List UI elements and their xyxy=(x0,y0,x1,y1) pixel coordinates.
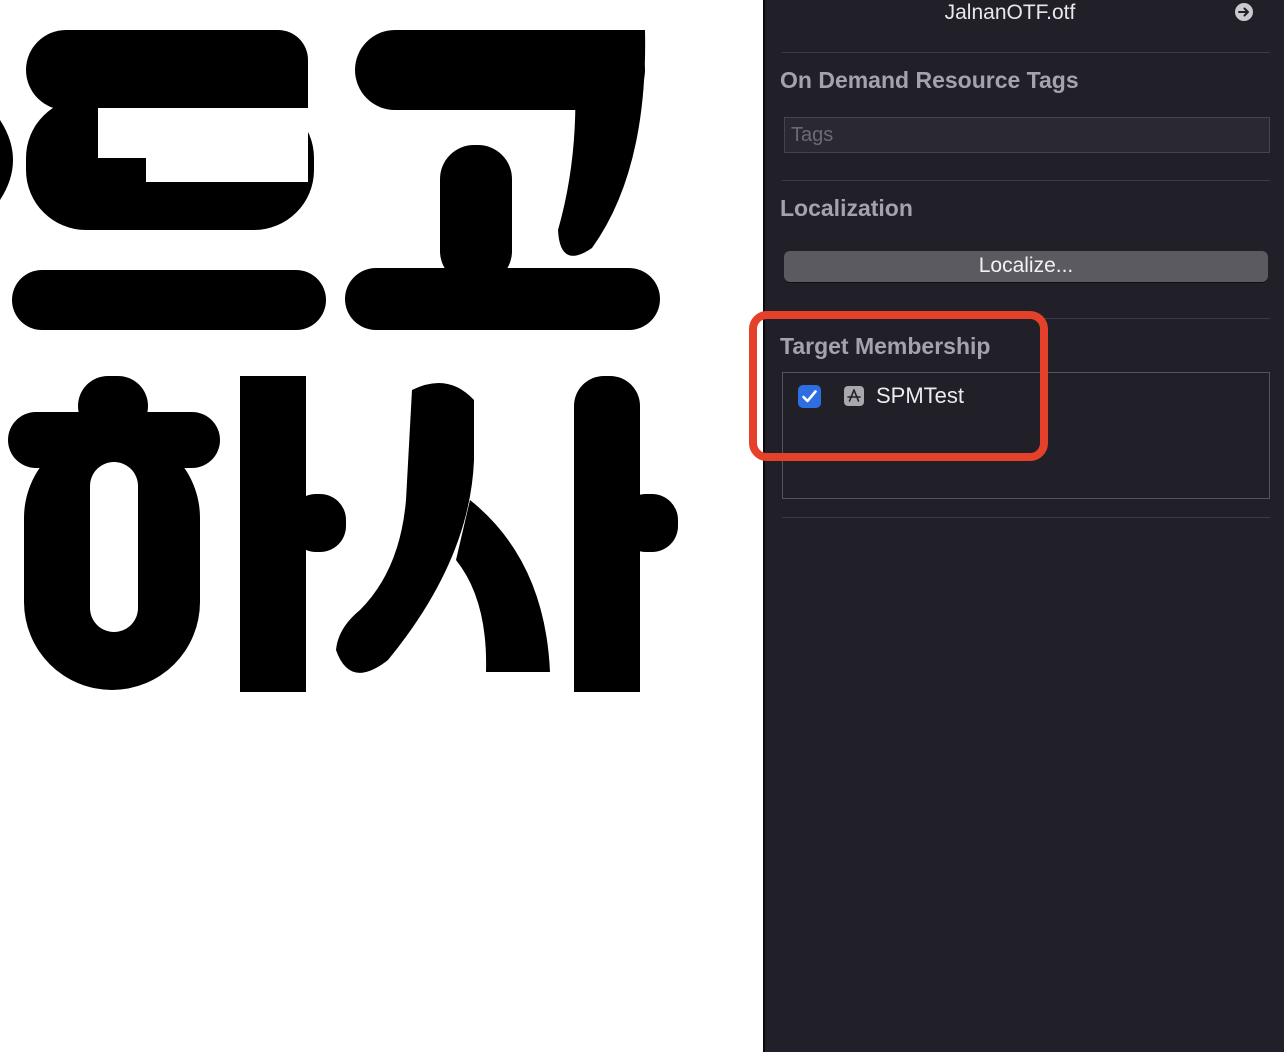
target-name-spmtest: SPMTest xyxy=(876,383,965,408)
localize-button[interactable]: Localize... xyxy=(784,251,1268,282)
section-divider xyxy=(782,52,1270,53)
font-preview-glyphs xyxy=(0,30,678,692)
target-checkbox-spmtest[interactable] xyxy=(798,385,821,408)
file-inspector-panel: JalnanOTF.otf On Demand Resource Tags Lo… xyxy=(765,0,1284,1052)
localization-heading: Localization xyxy=(780,195,913,221)
app-store-icon xyxy=(844,386,864,406)
section-divider xyxy=(782,180,1270,181)
glyph-go xyxy=(345,30,660,330)
tags-input[interactable] xyxy=(784,117,1270,153)
file-name-label: JalnanOTF.otf xyxy=(944,1,1076,24)
section-divider xyxy=(782,517,1270,518)
glyph-fragment-left xyxy=(0,120,13,200)
on-demand-resource-tags-heading: On Demand Resource Tags xyxy=(780,67,1079,93)
glyph-ha xyxy=(8,376,346,692)
arrow-circle-right-icon[interactable] xyxy=(1235,3,1253,21)
glyph-sa xyxy=(336,376,678,692)
font-preview-canvas xyxy=(0,0,764,1052)
checkmark-icon xyxy=(802,390,817,403)
section-divider xyxy=(782,318,1270,319)
target-membership-heading: Target Membership xyxy=(780,333,991,359)
glyph-reu xyxy=(12,30,326,330)
